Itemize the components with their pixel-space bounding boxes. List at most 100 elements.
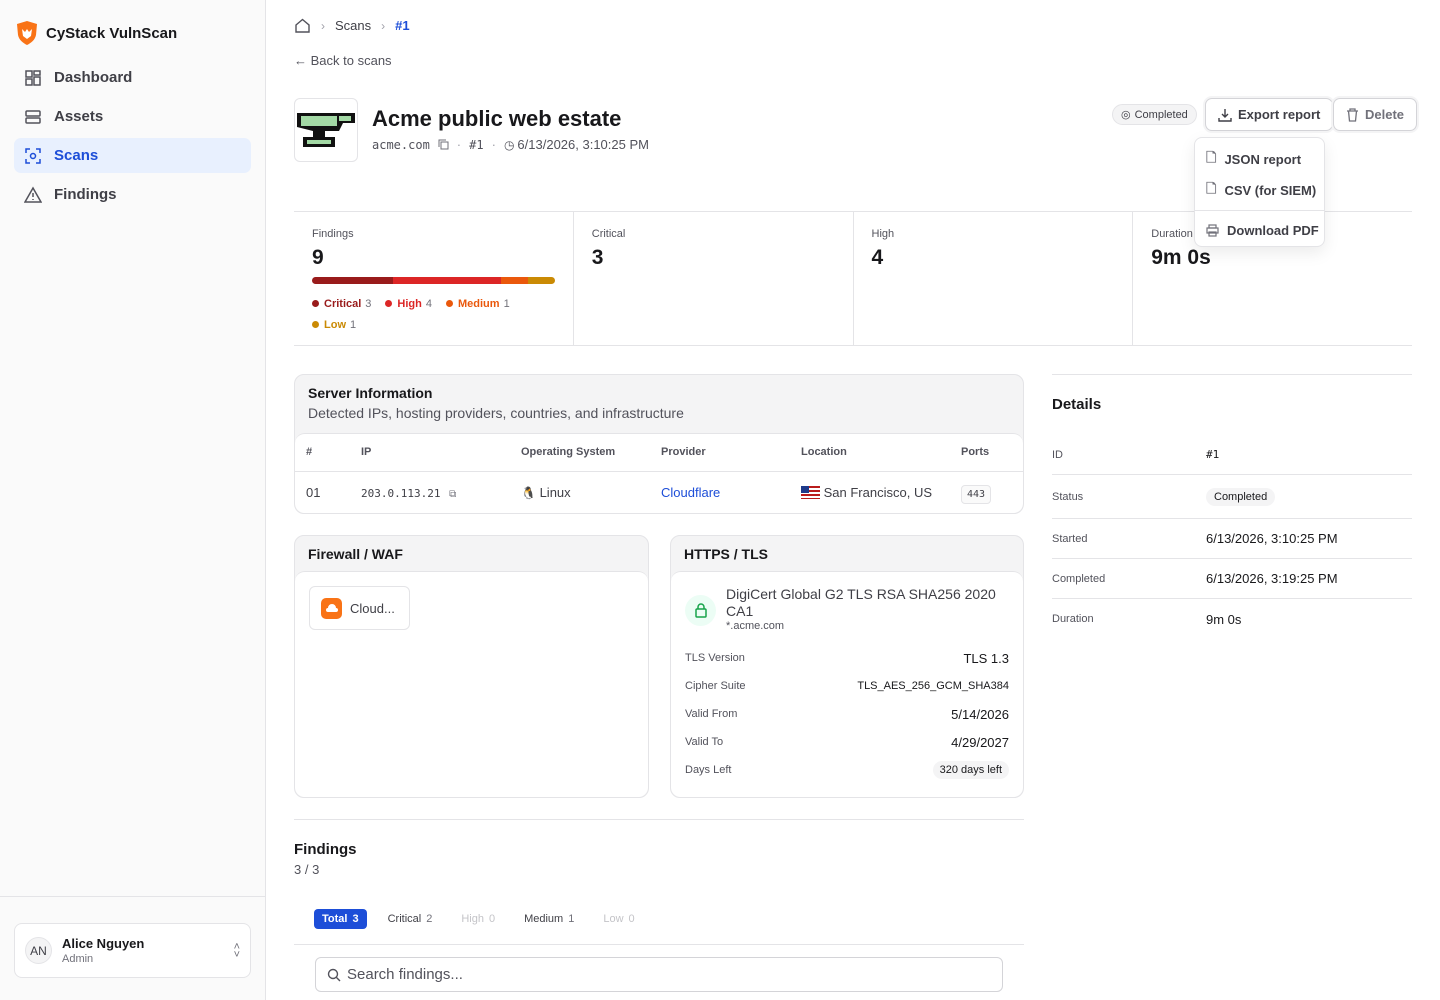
tab-critical[interactable]: Critical 2 bbox=[380, 909, 441, 929]
detail-value: #1 bbox=[1206, 448, 1220, 461]
chevron-right-icon: › bbox=[321, 18, 325, 33]
tab-total[interactable]: Total 3 bbox=[314, 909, 367, 929]
divider bbox=[294, 944, 1024, 945]
clock-icon: ◷ bbox=[503, 137, 515, 152]
detail-row: Status Completed bbox=[1052, 475, 1412, 519]
cert-domain: *.acme.com bbox=[726, 620, 785, 632]
detail-label: Completed bbox=[1052, 572, 1106, 585]
detail-value: 6/13/2026, 3:19:25 PM bbox=[1206, 571, 1338, 586]
waf-item-label: Cloud... bbox=[350, 600, 395, 616]
scan-started: 6/13/2026, 3:10:25 PM bbox=[517, 137, 649, 152]
tab-medium[interactable]: Medium 1 bbox=[516, 909, 582, 929]
export-dropdown: 🗋 JSON report 🗋 CSV (for SIEM) Download … bbox=[1194, 137, 1325, 247]
panel-subtitle: Detected IPs, hosting providers, countri… bbox=[308, 405, 684, 421]
copy-icon[interactable]: ⧉ bbox=[449, 489, 456, 500]
tls-value: TLS_AES_256_GCM_SHA384 bbox=[857, 680, 1009, 692]
linux-icon: 🐧 bbox=[521, 485, 536, 500]
legend-count: 1 bbox=[350, 319, 357, 331]
detail-row: Completed 6/13/2026, 3:19:25 PM bbox=[1052, 559, 1412, 599]
firewall-body: Cloud... bbox=[295, 571, 648, 797]
column-header: Ports bbox=[950, 434, 1023, 472]
menu-item-label: CSV (for SIEM) bbox=[1224, 183, 1317, 198]
detail-row: Duration 9m 0s bbox=[1052, 599, 1412, 639]
home-icon[interactable] bbox=[294, 17, 311, 34]
chevron-updown-icon: ˄ ˅ bbox=[233, 940, 240, 961]
breadcrumb-item[interactable]: Scans bbox=[335, 18, 371, 33]
severity-bar bbox=[312, 277, 555, 284]
menu-item-csv[interactable]: 🗋 CSV (for SIEM) bbox=[1195, 175, 1324, 206]
tab-low[interactable]: Low 0 bbox=[595, 909, 642, 929]
severity-legend: Critical 3 High 4 Medium 1Low 1 bbox=[312, 294, 562, 336]
stat-findings: Findings 9 Critical 3 High 4 Medium 1Low 1 bbox=[294, 212, 573, 345]
tls-row: Days Left 320 days left bbox=[671, 756, 1023, 784]
tls-row: Valid From 5/14/2026 bbox=[671, 700, 1023, 728]
os-cell: 🐧 Linux bbox=[510, 471, 650, 513]
tab-label: Medium bbox=[524, 913, 564, 925]
tls-value: 5/14/2026 bbox=[951, 706, 1009, 722]
tab-count: 1 bbox=[568, 913, 575, 925]
provider-link[interactable]: Cloudflare bbox=[661, 485, 720, 500]
details-panel: Details ID #1 Status Completed Started 6/13… bbox=[1052, 374, 1412, 639]
breadcrumb: › Scans › #1 bbox=[294, 17, 410, 34]
tls-label: Days Left bbox=[685, 764, 732, 776]
sidebar-item-findings[interactable]: Findings bbox=[14, 177, 251, 212]
port-badge: 443 bbox=[961, 484, 992, 504]
back-link-label: Back to scans bbox=[310, 53, 392, 68]
tab-count: 0 bbox=[488, 913, 496, 925]
legend-dot bbox=[446, 300, 453, 307]
main-content: › Scans › #1 ← Back to scans Acme public… bbox=[266, 0, 1440, 1000]
detail-row: Started 6/13/2026, 3:10:25 PM bbox=[1052, 519, 1412, 559]
search-findings-input[interactable]: Search findings... bbox=[315, 957, 1003, 992]
tls-value: 4/29/2027 bbox=[951, 734, 1009, 750]
tab-count: 3 bbox=[352, 913, 359, 925]
severity-segment bbox=[312, 277, 393, 284]
copy-icon[interactable] bbox=[438, 139, 449, 150]
panel-title: HTTPS / TLS bbox=[684, 546, 768, 562]
anvil-logo-icon bbox=[297, 113, 355, 147]
brand[interactable]: CyStack VulnScan bbox=[16, 20, 177, 46]
sidebar-item-scans[interactable]: Scans bbox=[14, 138, 251, 173]
column-header: Provider bbox=[650, 434, 790, 472]
delete-button[interactable]: Delete bbox=[1333, 98, 1418, 131]
tls-row: Valid To 4/29/2027 bbox=[671, 728, 1023, 756]
tls-label: Valid From bbox=[685, 708, 738, 720]
legend-label: Critical bbox=[324, 298, 362, 310]
severity-segment bbox=[392, 277, 501, 284]
download-icon bbox=[1218, 108, 1232, 122]
stat-label: Findings bbox=[312, 228, 354, 240]
scan-logo bbox=[294, 98, 358, 162]
search-icon bbox=[327, 968, 341, 981]
scan-icon bbox=[25, 147, 41, 164]
status-badge: ◎ Completed bbox=[1112, 104, 1197, 125]
cloud-icon bbox=[321, 597, 342, 619]
column-header: Location bbox=[790, 434, 950, 472]
severity-segment bbox=[527, 277, 555, 284]
sidebar-item-assets[interactable]: Assets bbox=[14, 99, 251, 134]
scan-domain: acme.com bbox=[372, 137, 430, 152]
detail-label: Status bbox=[1052, 490, 1084, 503]
dashboard-icon bbox=[25, 69, 41, 86]
column-header: IP bbox=[350, 434, 510, 472]
menu-item-pdf[interactable]: Download PDF bbox=[1195, 215, 1324, 246]
server-info-panel: Server Information Detected IPs, hosting… bbox=[294, 374, 1024, 514]
findings-title: Findings bbox=[294, 841, 357, 858]
export-report-button[interactable]: Export report bbox=[1205, 98, 1334, 131]
legend-dot bbox=[312, 300, 319, 307]
user-menu[interactable]: AN Alice Nguyen Admin ˄ ˅ bbox=[14, 923, 251, 978]
legend-item: High 4 bbox=[385, 298, 432, 310]
stat-high: High 4 bbox=[852, 212, 1133, 345]
breadcrumb-current: #1 bbox=[395, 18, 410, 33]
menu-item-json[interactable]: 🗋 JSON report bbox=[1195, 144, 1324, 175]
tab-high[interactable]: High 0 bbox=[453, 909, 503, 929]
arrow-left-icon: ← bbox=[294, 53, 307, 68]
sidebar-item-dashboard[interactable]: Dashboard bbox=[14, 60, 251, 95]
waf-item[interactable]: Cloud... bbox=[309, 586, 410, 630]
legend-count: 1 bbox=[503, 298, 510, 310]
tls-label: Valid To bbox=[685, 736, 724, 748]
stat-value: 4 bbox=[871, 246, 884, 269]
row-number: 01 bbox=[306, 484, 321, 500]
legend-label: High bbox=[397, 298, 422, 310]
detail-label: Duration bbox=[1052, 613, 1094, 625]
legend-dot bbox=[385, 300, 393, 307]
back-link[interactable]: ← Back to scans bbox=[294, 53, 392, 68]
